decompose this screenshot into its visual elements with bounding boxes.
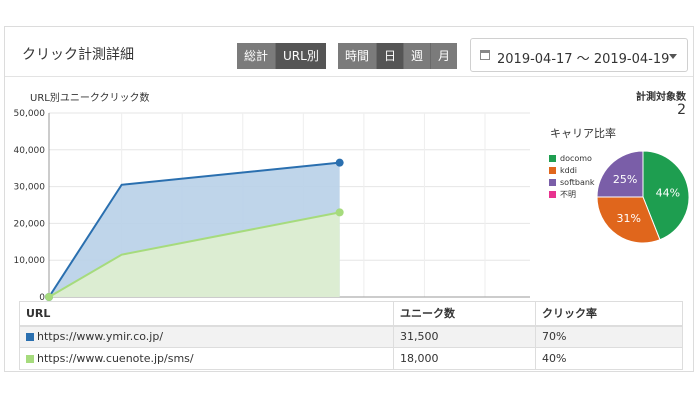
date-range-value: 2019-04-17 〜 2019-04-19 [497,52,670,67]
view-total-button[interactable]: 総計 [237,43,277,69]
period-day-button[interactable]: 日 [377,43,405,69]
panel-header: クリック計測詳細 総計 URL別 時間 日 週 月 2019-04-17 〜 2… [5,27,693,77]
pie-title: キャリア比率 [550,127,616,140]
series-point-2 [45,293,53,301]
rate-cell: 40% [535,347,683,370]
rate-cell: 70% [535,325,683,348]
view-toggle: 総計 URL別 [237,43,326,69]
series-point-2 [335,208,344,217]
caret-down-icon [669,54,677,59]
pie-slice-label: 25% [613,173,637,186]
click-detail-panel: クリック計測詳細 総計 URL別 時間 日 週 月 2019-04-17 〜 2… [4,26,694,372]
date-range-picker[interactable]: 2019-04-17 〜 2019-04-19 [470,38,688,72]
y-tick-label: 50,000 [14,109,46,119]
panel-title: クリック計測詳細 [22,47,134,63]
y-tick-label: 30,000 [14,183,46,193]
legend-label: 不明 [560,189,576,199]
target-count-label: 計測対象数 [636,92,686,103]
legend-item-kddi: kddi [549,164,595,176]
unique-click-area-chart: 010,00020,00030,00040,00050,00012:0018:0… [14,109,530,303]
column-header-unique: ユニーク数 [393,301,536,327]
unique-cell: 31,500 [393,325,536,348]
series-color-swatch [26,355,34,363]
table-row: https://www.ymir.co.jp/ 31,500 70% [19,325,683,348]
url-cell: https://www.cuenote.jp/sms/ [19,347,394,370]
table-header-row: URL ユニーク数 クリック率 [19,301,683,327]
legend-label: kddi [560,165,578,175]
legend-swatch [549,190,556,198]
legend-label: docomo [560,153,592,163]
url-text[interactable]: https://www.cuenote.jp/sms/ [37,352,194,365]
legend-label: softbank [560,177,595,187]
table-row: https://www.cuenote.jp/sms/ 18,000 40% [19,347,683,370]
legend-swatch [549,178,556,186]
legend-swatch [549,166,556,174]
y-tick-label: 40,000 [14,146,46,156]
url-text[interactable]: https://www.ymir.co.jp/ [37,330,163,343]
legend-item-docomo: docomo [549,152,595,164]
series-point-1 [335,158,344,167]
column-header-rate: クリック率 [535,301,683,327]
y-tick-label: 10,000 [14,256,46,266]
legend-item-softbank: softbank [549,176,595,188]
chart-title: URL別ユニーククリック数 [30,93,150,104]
period-toggle: 時間 日 週 月 [338,43,458,69]
pie-slice-label: 44% [656,186,680,199]
pie-slice-label: 31% [617,212,641,225]
view-by-url-button[interactable]: URL別 [276,43,326,69]
y-tick-label: 20,000 [14,219,46,229]
target-count-value: 2 [677,102,686,118]
url-table: URL ユニーク数 クリック率 https://www.ymir.co.jp/ … [19,301,683,370]
column-header-url: URL [19,301,394,327]
period-month-button[interactable]: 月 [431,43,458,69]
calendar-icon [480,50,490,60]
period-week-button[interactable]: 週 [404,43,432,69]
legend-item-unknown: 不明 [549,188,595,200]
series-color-swatch [26,333,34,342]
period-hour-button[interactable]: 時間 [338,43,378,69]
legend-swatch [549,154,556,162]
carrier-pie-chart: 44% 31% 25% [596,150,690,244]
url-cell: https://www.ymir.co.jp/ [19,325,394,348]
unique-cell: 18,000 [393,347,536,370]
pie-legend: docomo kddi softbank 不明 [549,152,595,200]
